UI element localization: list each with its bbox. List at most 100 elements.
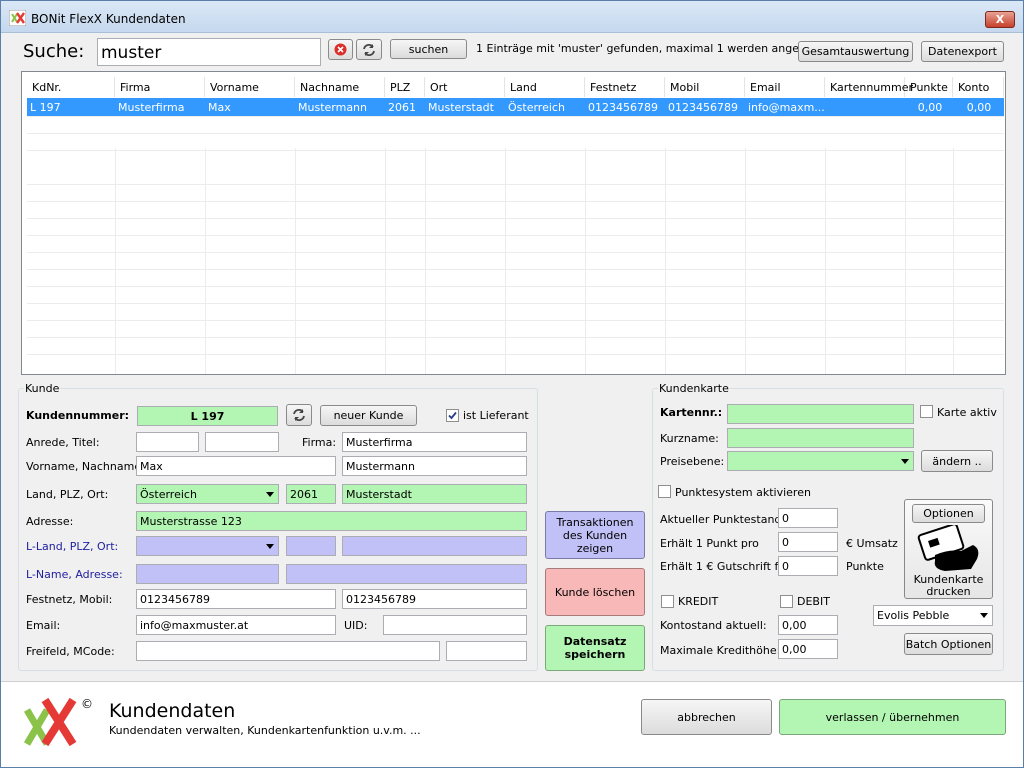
- chevron-down-icon: [266, 544, 274, 549]
- kredit-checkbox[interactable]: [661, 595, 674, 608]
- kontostand-label: Kontostand aktuell:: [660, 619, 767, 632]
- anrede-field[interactable]: [136, 432, 199, 452]
- preisebene-select[interactable]: [727, 451, 914, 471]
- search-button[interactable]: suchen: [390, 39, 467, 59]
- column-header[interactable]: PLZ: [385, 77, 425, 97]
- mobil-field[interactable]: 0123456789: [342, 589, 527, 609]
- lname-field[interactable]: [136, 564, 279, 584]
- titel-field[interactable]: [205, 432, 279, 452]
- search-input[interactable]: muster: [97, 38, 321, 66]
- column-header[interactable]: Vorname: [205, 77, 295, 97]
- table-cell: Musterstadt: [428, 101, 494, 114]
- punktesystem-label: Punktesystem aktivieren: [675, 486, 811, 499]
- kundennummer-refresh-button[interactable]: [286, 404, 312, 426]
- table-cell: Mustermann: [298, 101, 368, 114]
- column-header[interactable]: Kartennummer: [825, 77, 913, 97]
- festnetz-field[interactable]: 0123456789: [136, 589, 336, 609]
- title-bar: BONit FlexX Kundendaten X: [1, 1, 1023, 33]
- lname-label: L-Name, Adresse:: [26, 568, 123, 581]
- firma-label: Firma:: [302, 436, 337, 449]
- column-header[interactable]: Land: [505, 77, 585, 97]
- refresh-button[interactable]: [356, 39, 382, 60]
- transaktionen-button[interactable]: Transaktionen des Kunden zeigen: [545, 511, 645, 559]
- telefon-label: Festnetz, Mobil:: [26, 593, 113, 606]
- datensatz-speichern-button[interactable]: Datensatz speichern: [545, 625, 645, 671]
- plz-field[interactable]: 2061: [286, 484, 336, 504]
- email-field[interactable]: info@maxmuster.at: [136, 615, 336, 635]
- ort-field[interactable]: Musterstadt: [342, 484, 527, 504]
- footer-subtitle: Kundendaten verwalten, Kundenkartenfunkt…: [109, 724, 421, 737]
- verlassen-button[interactable]: verlassen / übernehmen: [779, 699, 1006, 735]
- adresse-field[interactable]: Musterstrasse 123: [136, 511, 527, 531]
- punktestand-label: Aktueller Punktestand:: [660, 513, 786, 526]
- gesamtauswertung-button[interactable]: Gesamtauswertung: [798, 41, 913, 62]
- column-header[interactable]: Nachname: [295, 77, 385, 97]
- column-header[interactable]: KdNr.: [27, 77, 115, 97]
- close-button[interactable]: X: [985, 11, 1015, 28]
- freifeld-label: Freifeld, MCode:: [26, 645, 115, 658]
- kunde-group-title: Kunde: [24, 382, 61, 395]
- aendern-button[interactable]: ändern ..: [921, 450, 993, 472]
- lieferant-checkbox[interactable]: [446, 409, 459, 422]
- neuer-kunde-button[interactable]: neuer Kunde: [320, 405, 417, 426]
- chevron-down-icon: [980, 613, 988, 618]
- lland-select[interactable]: [136, 536, 279, 556]
- flexx-logo-icon: ©: [23, 697, 93, 747]
- column-header[interactable]: Konto: [953, 77, 1004, 97]
- nachname-field[interactable]: Mustermann: [342, 456, 527, 476]
- column-header[interactable]: Ort: [425, 77, 505, 97]
- column-header[interactable]: Mobil: [665, 77, 745, 97]
- kartennr-field[interactable]: [727, 404, 914, 424]
- preisebene-label: Preisebene:: [660, 455, 725, 468]
- freifeld-field[interactable]: [136, 641, 440, 661]
- refresh-icon: [293, 409, 305, 421]
- clear-search-button[interactable]: [328, 39, 353, 60]
- kundennummer-field[interactable]: L 197: [137, 406, 278, 426]
- abbrechen-button[interactable]: abbrechen: [641, 699, 772, 735]
- karte-aktiv-checkbox[interactable]: [920, 405, 933, 418]
- land-select[interactable]: Österreich: [136, 484, 279, 504]
- datenexport-button[interactable]: Datenexport: [921, 41, 1004, 62]
- uid-label: UID:: [344, 619, 368, 632]
- gutschrift-label: Erhält 1 € Gutschrift für: [660, 560, 790, 573]
- column-header[interactable]: Firma: [115, 77, 205, 97]
- kartennr-label: Kartennr.:: [660, 406, 723, 419]
- kurzname-field[interactable]: [727, 428, 914, 448]
- footer-title: Kundendaten: [109, 700, 236, 722]
- column-header[interactable]: Email: [745, 77, 825, 97]
- punkt-pro-field[interactable]: 0: [778, 532, 838, 552]
- kundenkarte-drucken-button[interactable]: Optionen Kundenkarte drucken: [904, 499, 993, 599]
- optionen-button[interactable]: Optionen: [912, 504, 985, 523]
- kredithoehe-field[interactable]: 0,00: [778, 639, 838, 659]
- kunde-loeschen-button[interactable]: Kunde löschen: [545, 568, 645, 616]
- adresse-label: Adresse:: [26, 515, 74, 528]
- drucker-select[interactable]: Evolis Pebble: [873, 605, 993, 626]
- column-header[interactable]: Festnetz: [585, 77, 665, 97]
- uid-field[interactable]: [383, 615, 527, 635]
- kredit-label: KREDIT: [678, 595, 719, 608]
- search-status: 1 Einträge mit 'muster' gefunden, maxima…: [476, 42, 826, 55]
- lplz-field[interactable]: [286, 536, 336, 556]
- firma-field[interactable]: Musterfirma: [342, 432, 527, 452]
- gutschrift-field[interactable]: 0: [778, 556, 838, 576]
- ladresse-field[interactable]: [286, 564, 527, 584]
- batch-optionen-button[interactable]: Batch Optionen: [904, 633, 993, 655]
- kundenkarte-group-title: Kundenkarte: [658, 382, 730, 395]
- chevron-down-icon: [266, 492, 274, 497]
- lland-label: L-Land, PLZ, Ort:: [26, 540, 119, 553]
- table-cell: 2061: [388, 101, 416, 114]
- name-label: Vorname, Nachname:: [26, 460, 145, 473]
- debit-checkbox[interactable]: [780, 595, 793, 608]
- table-row[interactable]: L 197 Musterfirma Max Mustermann 2061 Mu…: [27, 98, 1004, 116]
- punktestand-field[interactable]: 0: [778, 508, 838, 528]
- lieferant-label: ist Lieferant: [463, 409, 529, 422]
- vorname-field[interactable]: Max: [136, 456, 336, 476]
- punktesystem-checkbox[interactable]: [658, 485, 671, 498]
- chevron-down-icon: [901, 459, 909, 464]
- window-title: BONit FlexX Kundendaten: [31, 12, 186, 26]
- column-header[interactable]: Punkte: [905, 77, 953, 97]
- lort-field[interactable]: [342, 536, 527, 556]
- mcode-field[interactable]: [446, 641, 527, 661]
- kontostand-field[interactable]: 0,00: [778, 615, 838, 635]
- email-label: Email:: [26, 619, 61, 632]
